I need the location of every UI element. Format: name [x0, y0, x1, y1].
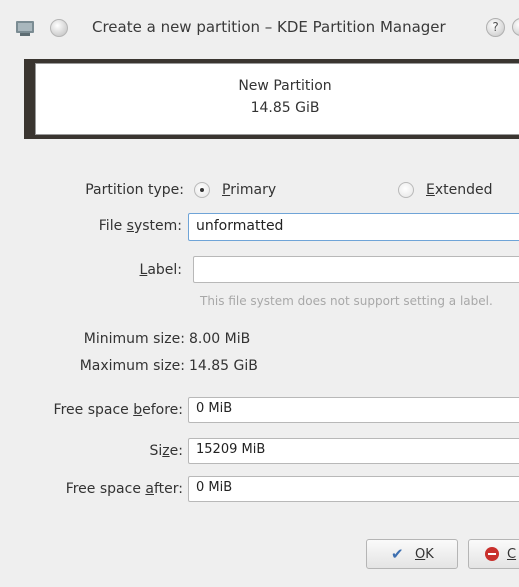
free-space-after-label: Free space after:	[66, 481, 183, 497]
maximum-size-label: Maximum size:	[79, 358, 185, 374]
cancel-icon	[485, 547, 499, 561]
close-icon[interactable]	[512, 18, 519, 36]
free-after-accel: a	[145, 481, 154, 497]
ok-button-label: OK	[415, 547, 434, 562]
label-input[interactable]	[193, 256, 519, 283]
size-label-post: e:	[169, 443, 183, 459]
label-label-post: abel:	[147, 262, 182, 278]
maximum-size-value: 14.85 GiB	[189, 358, 258, 374]
title-bar: Create a new partition – KDE Partition M…	[0, 0, 519, 58]
size-label-accel: z	[162, 443, 170, 459]
pin-icon[interactable]	[50, 19, 68, 37]
extended-radio[interactable]	[398, 182, 414, 198]
primary-radio-label[interactable]: Primary	[222, 182, 276, 198]
cancel-button[interactable]: C	[468, 539, 519, 569]
ok-rest: K	[425, 547, 434, 562]
help-icon[interactable]: ?	[486, 18, 505, 37]
cancel-button-label: C	[507, 547, 516, 562]
partition-preview-size: 14.85 GiB	[250, 100, 320, 116]
ok-button[interactable]: ✔ OK	[366, 539, 458, 569]
free-after-pre: Free space	[65, 481, 146, 497]
primary-rest: rimary	[230, 182, 277, 198]
size-input[interactable]: 15209 MiB	[188, 438, 519, 464]
file-system-label: File system:	[99, 218, 182, 234]
label-hint: This file system does not support settin…	[200, 294, 493, 308]
free-before-accel: b	[133, 402, 143, 418]
free-space-before-label: Free space before:	[54, 402, 183, 418]
free-before-post: efore:	[142, 402, 183, 418]
size-label-pre: Si	[149, 443, 163, 459]
free-after-post: fter:	[153, 481, 183, 497]
file-system-label-accel: s	[126, 218, 134, 234]
extended-accel: E	[426, 182, 435, 198]
free-space-after-input[interactable]: 0 MiB	[188, 476, 519, 502]
extended-rest: xtended	[434, 182, 493, 198]
free-space-before-input[interactable]: 0 MiB	[188, 397, 519, 423]
primary-radio[interactable]	[194, 182, 210, 198]
label-field-label: Label:	[140, 262, 183, 278]
partition-type-label: Partition type:	[85, 182, 184, 198]
primary-accel: P	[222, 182, 231, 198]
checkmark-icon: ✔	[391, 545, 404, 563]
cancel-accel: C	[507, 547, 517, 562]
ok-accel: O	[415, 547, 426, 562]
window-title: Create a new partition – KDE Partition M…	[92, 18, 446, 36]
partition-manager-icon[interactable]	[14, 18, 36, 38]
minimum-size-value: 8.00 MiB	[189, 331, 251, 347]
extended-radio-label[interactable]: Extended	[426, 182, 493, 198]
partition-preview-name: New Partition	[238, 78, 332, 94]
size-label: Size:	[150, 443, 183, 459]
file-system-label-post: ystem:	[133, 218, 182, 234]
file-system-select[interactable]: unformatted	[188, 213, 519, 241]
partition-preview-block: New Partition 14.85 GiB	[35, 63, 519, 135]
free-before-pre: Free space	[53, 402, 134, 418]
file-system-label-pre: File	[98, 218, 127, 234]
minimum-size-label: Minimum size:	[83, 331, 185, 347]
